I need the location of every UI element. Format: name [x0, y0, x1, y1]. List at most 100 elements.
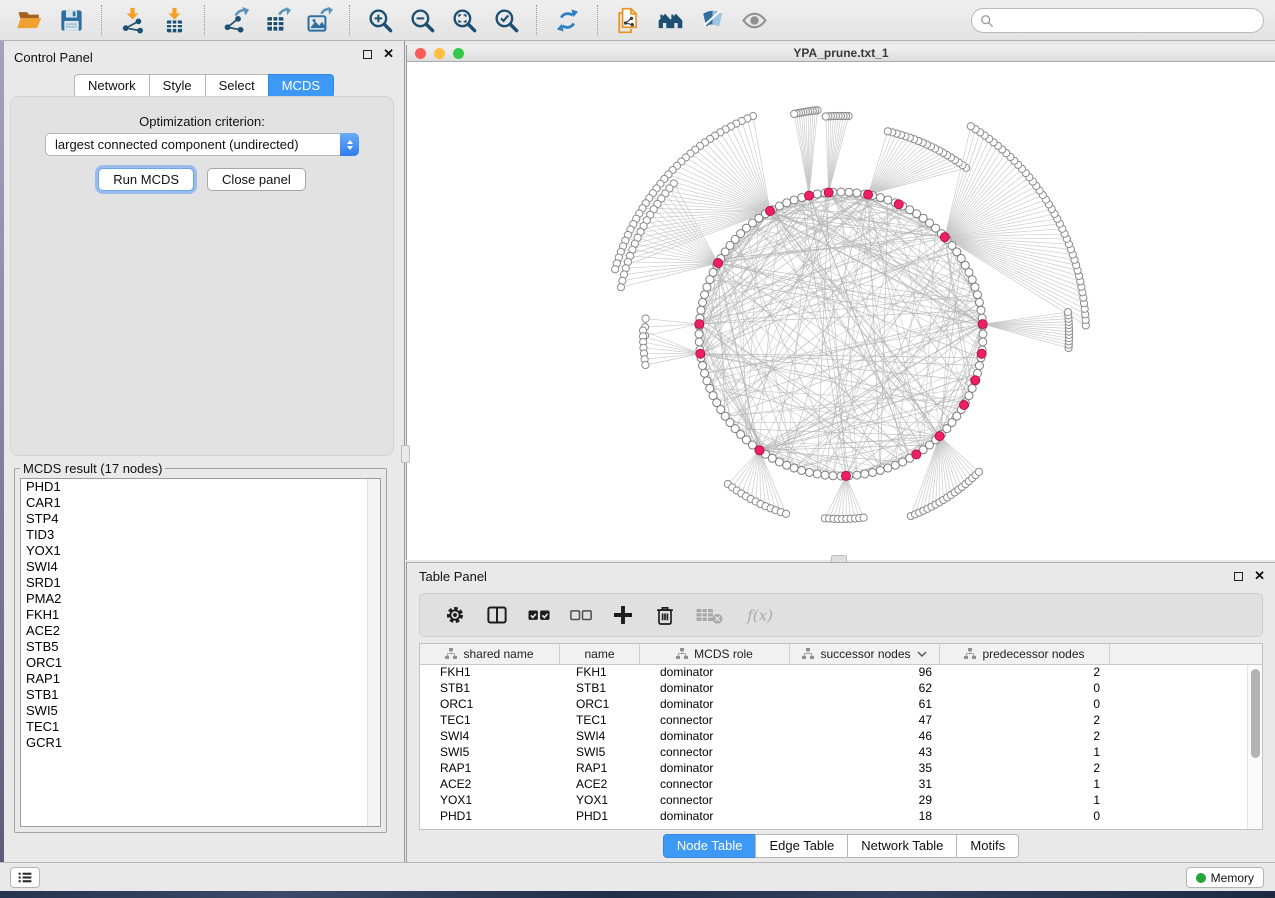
table-tab-node-table[interactable]: Node Table: [663, 834, 757, 858]
zoom-selected-button[interactable]: [489, 3, 523, 37]
deselect-all-button[interactable]: [569, 599, 593, 631]
mcds-result-node[interactable]: PMA2: [21, 591, 380, 607]
network-canvas[interactable]: [407, 62, 1275, 560]
run-mcds-button[interactable]: Run MCDS: [98, 168, 194, 191]
column-header-predecessor-nodes[interactable]: predecessor nodes: [940, 644, 1110, 664]
memory-button[interactable]: Memory: [1186, 867, 1264, 888]
settings-button[interactable]: [443, 599, 467, 631]
float-table-panel-icon[interactable]: [1234, 572, 1243, 581]
column-header-successor-nodes[interactable]: successor nodes: [790, 644, 940, 664]
show-eye-icon: [741, 7, 768, 34]
export-image-button[interactable]: [302, 3, 336, 37]
zoom-in-button[interactable]: [363, 3, 397, 37]
table-row-SWI4[interactable]: SWI4SWI4dominator462: [420, 729, 1247, 745]
column-header-MCDS-role[interactable]: MCDS role: [640, 644, 790, 664]
column-header-name[interactable]: name: [560, 644, 640, 664]
mcds-result-node[interactable]: FKH1: [21, 607, 380, 623]
clear-table-icon: [695, 603, 727, 627]
node-table: shared namenameMCDS role successor nodes p…: [419, 643, 1263, 830]
mcds-result-title: MCDS result (17 nodes): [20, 461, 165, 476]
mcds-result-node[interactable]: STB5: [21, 639, 380, 655]
tab-select[interactable]: Select: [205, 74, 269, 98]
close-panel-icon[interactable]: ✕: [383, 49, 394, 59]
mcds-result-node[interactable]: SRD1: [21, 575, 380, 591]
cell-name: SWI4: [560, 729, 640, 745]
select-stepper-icon: [340, 133, 359, 156]
table-row-ACE2[interactable]: ACE2ACE2connector311: [420, 777, 1247, 793]
column-header-shared-name[interactable]: shared name: [420, 644, 560, 664]
export-table-button[interactable]: [260, 3, 294, 37]
close-window-icon[interactable]: [415, 48, 426, 59]
task-history-button[interactable]: [10, 867, 40, 888]
svg-text:f(x): f(x): [746, 606, 773, 624]
table-scrollbar[interactable]: [1247, 665, 1262, 829]
import-network-button[interactable]: [115, 3, 149, 37]
tree-icon: [445, 648, 457, 660]
table-row-RAP1[interactable]: RAP1RAP1dominator352: [420, 761, 1247, 777]
mcds-result-node[interactable]: STB1: [21, 687, 380, 703]
refresh-button[interactable]: [550, 3, 584, 37]
table-row-PHD1[interactable]: PHD1PHD1dominator180: [420, 809, 1247, 825]
maximize-window-icon[interactable]: [453, 48, 464, 59]
toolbar-separator: [101, 5, 102, 35]
table-tab-network-table[interactable]: Network Table: [847, 834, 957, 858]
mcds-result-node[interactable]: ACE2: [21, 623, 380, 639]
import-table-button[interactable]: [157, 3, 191, 37]
tab-mcds[interactable]: MCDS: [268, 74, 334, 98]
mcds-result-node[interactable]: RAP1: [21, 671, 380, 687]
close-table-panel-icon[interactable]: ✕: [1254, 571, 1265, 581]
home-button[interactable]: [653, 3, 687, 37]
app-window: Control Panel ✕ NetworkStyleSelectMCDS O…: [0, 0, 1275, 898]
minimize-window-icon[interactable]: [434, 48, 445, 59]
mcds-result-node[interactable]: PHD1: [21, 479, 380, 495]
vertical-splitter-grip[interactable]: [401, 445, 410, 463]
mcds-result-node[interactable]: GCR1: [21, 735, 380, 751]
table-row-FKH1[interactable]: FKH1FKH1dominator962: [420, 665, 1247, 681]
zoom-fit-button[interactable]: [447, 3, 481, 37]
table-row-SWI5[interactable]: SWI5SWI5connector431: [420, 745, 1247, 761]
search-input[interactable]: [999, 14, 1255, 28]
mcds-result-node[interactable]: TID3: [21, 527, 380, 543]
delete-column-button[interactable]: [653, 599, 677, 631]
table-row-ORC1[interactable]: ORC1ORC1dominator610: [420, 697, 1247, 713]
tab-style[interactable]: Style: [149, 74, 206, 98]
optimization-criterion-select[interactable]: largest connected component (undirected): [45, 133, 359, 156]
cell-MCDS-role: connector: [640, 713, 790, 729]
mcds-result-node[interactable]: TEC1: [21, 719, 380, 735]
cell-successor-nodes: 35: [790, 761, 940, 777]
open-session-button[interactable]: [12, 3, 46, 37]
table-tab-motifs[interactable]: Motifs: [956, 834, 1019, 858]
tree-icon: [964, 648, 976, 660]
select-all-button[interactable]: [527, 599, 551, 631]
show-eye-button[interactable]: [737, 3, 771, 37]
table-scrollbar-thumb[interactable]: [1251, 669, 1260, 758]
table-row-TEC1[interactable]: TEC1TEC1connector472: [420, 713, 1247, 729]
zoom-out-button[interactable]: [405, 3, 439, 37]
cell-name: TEC1: [560, 713, 640, 729]
mcds-result-node[interactable]: YOX1: [21, 543, 380, 559]
mcds-result-node[interactable]: STP4: [21, 511, 380, 527]
mcds-options-panel: Optimization criterion: largest connecte…: [10, 96, 394, 456]
save-session-button[interactable]: [54, 3, 88, 37]
toolbar-separator: [204, 5, 205, 35]
result-list-scrollbar[interactable]: [367, 479, 380, 826]
tab-network[interactable]: Network: [74, 74, 150, 98]
split-columns-button[interactable]: [485, 599, 509, 631]
table-row-YOX1[interactable]: YOX1YOX1connector291: [420, 793, 1247, 809]
column-label: successor nodes: [820, 647, 910, 661]
mcds-result-node[interactable]: CAR1: [21, 495, 380, 511]
mcds-result-node[interactable]: ORC1: [21, 655, 380, 671]
table-row-STB1[interactable]: STB1STB1dominator620: [420, 681, 1247, 697]
network-graph[interactable]: [407, 62, 1275, 559]
mcds-result-groupbox: MCDS result (17 nodes) PHD1CAR1STP4TID3Y…: [14, 461, 387, 833]
mcds-result-node[interactable]: SWI5: [21, 703, 380, 719]
table-tab-edge-table[interactable]: Edge Table: [755, 834, 848, 858]
share-document-button[interactable]: [611, 3, 645, 37]
float-panel-icon[interactable]: [363, 50, 372, 59]
close-panel-button[interactable]: Close panel: [207, 168, 306, 191]
hide-visuals-button[interactable]: [695, 3, 729, 37]
export-network-button[interactable]: [218, 3, 252, 37]
add-column-button[interactable]: [611, 599, 635, 631]
mcds-result-node[interactable]: SWI4: [21, 559, 380, 575]
deselect-all-icon: [569, 603, 593, 627]
